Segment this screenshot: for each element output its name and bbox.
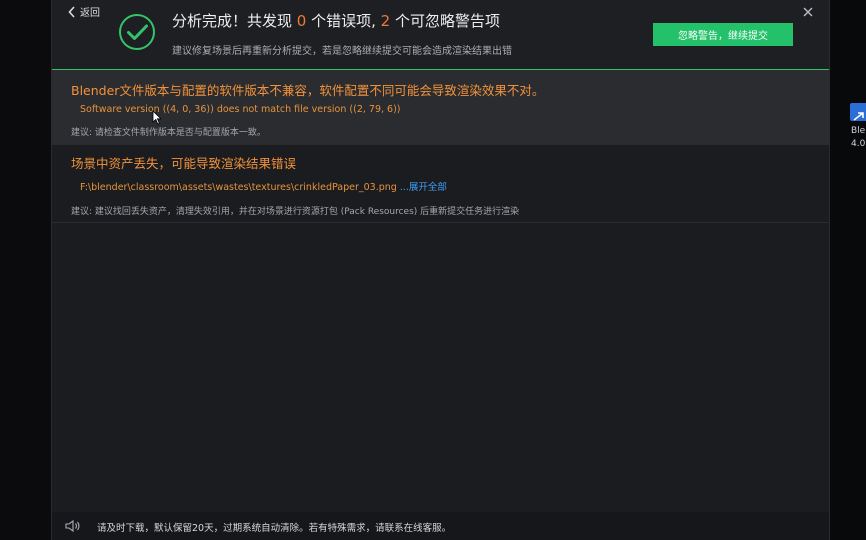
desktop-icon-label: Ble <box>851 126 866 136</box>
issue-item-missing-assets: 场景中资产丢失，可能导致渲染结果错误 F:\blender\classroom\… <box>52 145 829 223</box>
title-middle: 个错误项, <box>306 12 381 30</box>
warning-count: 2 <box>380 12 391 30</box>
issue-advice: 建议: 建议找回丢失资产，清理失效引用，并在对场景进行资源打包 (Pack Re… <box>71 207 520 217</box>
back-label: 返回 <box>80 8 100 19</box>
issue-title: 场景中资产丢失，可能导致渲染结果错误 <box>71 156 297 171</box>
title-suffix: 个可忽略警告项 <box>390 12 500 30</box>
issue-advice: 建议: 请检查文件制作版本是否与配置版本一致。 <box>71 128 266 138</box>
error-count: 0 <box>296 12 307 30</box>
page-title: 分析完成！共发现 0 个错误项, 2 个可忽略警告项 <box>172 10 500 31</box>
speaker-icon <box>65 520 80 532</box>
title-prefix: 分析完成！共发现 <box>172 12 297 30</box>
footer-notice-text: 请及时下载，默认保留20天，过期系统自动清除。若有特殊需求，请联系在线客服。 <box>97 523 452 534</box>
page-subtitle: 建议修复场景后再重新分析提交，若是忽略继续提交可能会造成渲染结果出错 <box>172 46 512 57</box>
back-button[interactable]: 返回 <box>68 4 100 19</box>
blender-shortcut-icon[interactable] <box>850 103 866 121</box>
desktop-background <box>828 0 866 540</box>
issue-detail-text: Software version ((4, 0, 36)) does not m… <box>80 104 401 115</box>
close-icon[interactable] <box>801 4 815 18</box>
chevron-left-icon <box>68 5 75 18</box>
desktop-icon-label-2: 4.0 <box>851 139 866 149</box>
expand-all-link[interactable]: ...展开全部 <box>400 182 447 193</box>
issue-detail-text: F:\blender\classroom\assets\wastes\textu… <box>80 182 397 193</box>
footer-notice-bar: 请及时下载，默认保留20天，过期系统自动清除。若有特殊需求，请联系在线客服。 <box>52 512 829 540</box>
mouse-cursor-icon <box>152 110 162 125</box>
dialog-header: 返回 分析完成！共发现 0 个错误项, 2 个可忽略警告项 建议修复场景后再重新… <box>52 0 829 70</box>
ignore-and-submit-button[interactable]: 忽略警告，继续提交 <box>653 23 793 46</box>
issue-detail: Software version ((4, 0, 36)) does not m… <box>80 104 401 115</box>
success-check-icon <box>119 14 155 50</box>
issue-detail: F:\blender\classroom\assets\wastes\textu… <box>80 179 447 193</box>
analysis-result-dialog: 返回 分析完成！共发现 0 个错误项, 2 个可忽略警告项 建议修复场景后再重新… <box>51 0 830 540</box>
issue-item-version: Blender文件版本与配置的软件版本不兼容，软件配置不同可能会导致渲染效果不对… <box>52 70 829 145</box>
issue-title: Blender文件版本与配置的软件版本不兼容，软件配置不同可能会导致渲染效果不对… <box>71 83 545 98</box>
